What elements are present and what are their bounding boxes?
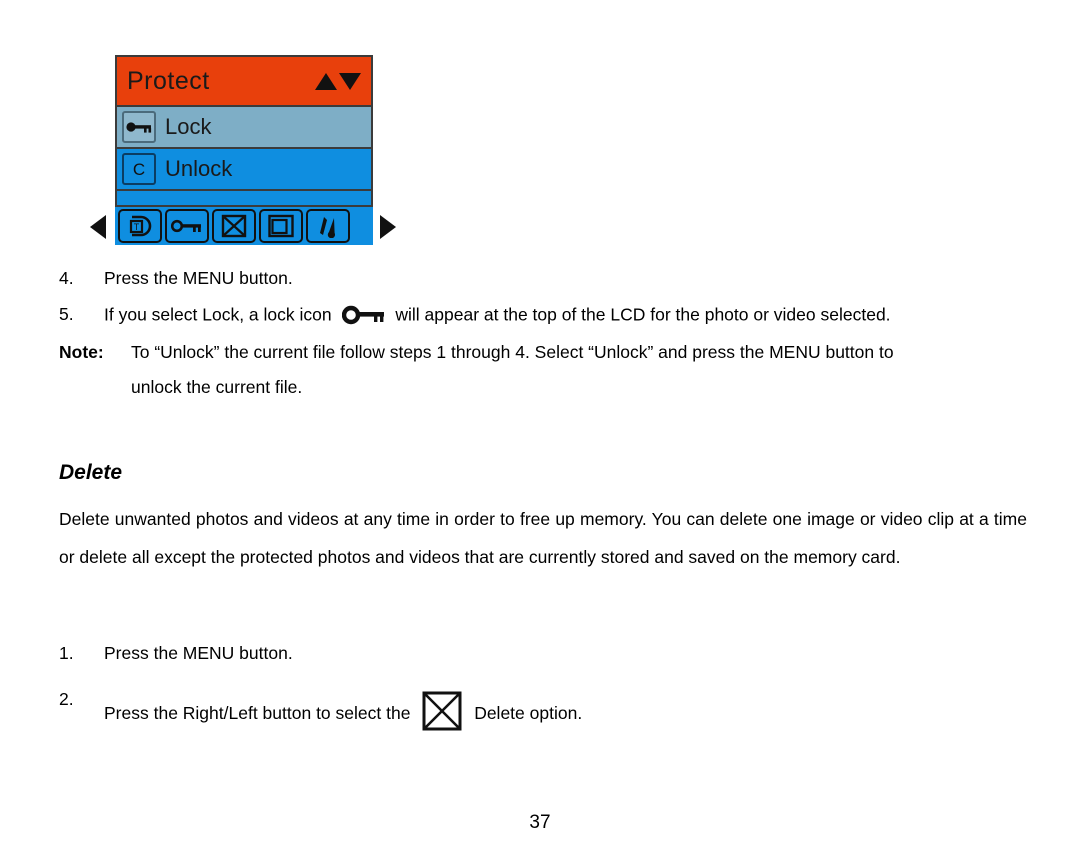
- key-icon: [122, 111, 156, 143]
- lcd-header: Protect: [117, 57, 371, 107]
- delete-step-2-number: 2.: [59, 688, 74, 709]
- step-4-text: Press the MENU button.: [104, 268, 293, 288]
- svg-text:C: C: [133, 160, 145, 179]
- step-5: 5. If you select Lock, a lock icon will …: [59, 303, 1027, 326]
- right-triangle-icon: [380, 215, 396, 239]
- lcd-menu-item-unlock[interactable]: C Unlock: [117, 149, 371, 191]
- key-icon-glyph: [171, 219, 201, 233]
- key-icon[interactable]: [165, 209, 209, 243]
- triangle-up-icon: [315, 72, 337, 90]
- step-5-text-before: If you select Lock, a lock icon: [104, 304, 332, 325]
- step-5-text-after: will appear at the top of the LCD for th…: [395, 304, 891, 325]
- protect-steps-block: 4. Press the MENU button. 5. If you sele…: [59, 268, 1027, 397]
- delete-description-paragraph: Delete unwanted photos and videos at any…: [59, 509, 1027, 567]
- lcd-menu-figure: Protect Lock C Unlock T: [90, 55, 400, 245]
- key-icon-glyph: [341, 305, 384, 324]
- resize-frame-icon-glyph: [268, 214, 294, 238]
- note-text-line-2: unlock the current file.: [131, 377, 303, 397]
- lcd-menu-item-lock[interactable]: Lock: [117, 107, 371, 149]
- delete-cross-box-icon-glyph: [422, 691, 462, 730]
- key-icon-glyph: [126, 122, 152, 133]
- svg-text:T: T: [134, 222, 140, 232]
- delete-steps-block: 1. Press the MENU button. 2. Press the R…: [59, 643, 1027, 761]
- c-letter-icon-glyph: C: [133, 160, 145, 179]
- delete-cross-box-icon-glyph: [221, 214, 247, 238]
- effects-brush-icon-glyph: [320, 217, 336, 238]
- delete-step-2-text-after: Delete option.: [474, 702, 583, 723]
- lcd-menu-item-lock-label: Lock: [165, 114, 212, 139]
- step-4-number: 4.: [59, 268, 74, 288]
- lcd-title: Protect: [127, 66, 210, 95]
- note-line-1: Note: To “Unlock” the current file follo…: [59, 341, 1027, 362]
- delete-cross-box-icon[interactable]: [212, 209, 256, 243]
- step-4: 4. Press the MENU button.: [59, 268, 1027, 288]
- note-label: Note:: [59, 341, 104, 362]
- lcd-toolbar: T: [115, 207, 373, 245]
- delete-step-2-text-before: Press the Right/Left button to select th…: [104, 702, 411, 723]
- key-icon: [341, 305, 386, 325]
- lcd-menu-item-unlock-label: Unlock: [165, 156, 233, 181]
- triangle-down-icon: [339, 72, 361, 90]
- thumbnail-rotate-icon[interactable]: T: [118, 209, 162, 243]
- left-triangle-icon: [90, 215, 106, 239]
- lcd-panel: Protect Lock C Unlock: [115, 55, 373, 207]
- delete-step-1-number: 1.: [59, 643, 74, 663]
- thumbnail-rotate-icon-glyph: T: [129, 215, 152, 237]
- lcd-header-arrows: [315, 72, 361, 90]
- delete-cross-box-icon: [421, 690, 463, 732]
- delete-step-1: 1. Press the MENU button.: [59, 643, 1027, 663]
- c-letter-icon: C: [122, 153, 156, 185]
- page-title: Delete: [59, 461, 123, 484]
- note-text-line-1: To “Unlock” the current file follow step…: [131, 341, 894, 362]
- effects-brush-icon[interactable]: [306, 209, 350, 243]
- step-5-number: 5.: [59, 303, 74, 324]
- page-number: 37: [529, 812, 551, 833]
- resize-frame-icon[interactable]: [259, 209, 303, 243]
- delete-step-1-text: Press the MENU button.: [104, 643, 293, 663]
- delete-step-2: 2. Press the Right/Left button to select…: [59, 688, 1027, 733]
